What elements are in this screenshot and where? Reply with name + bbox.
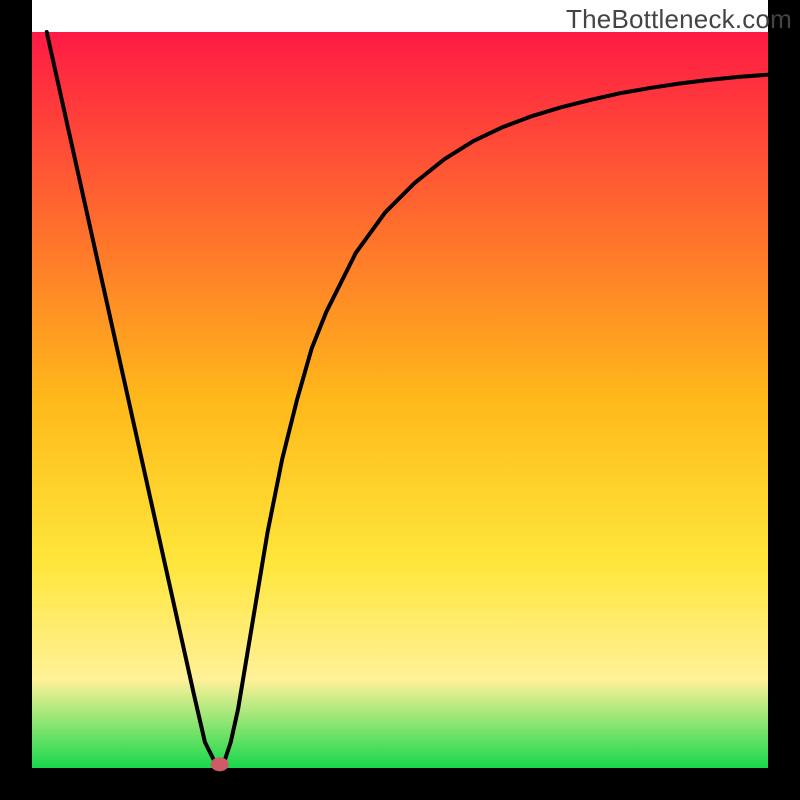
minimum-marker	[211, 757, 229, 771]
plot-border-left	[0, 0, 32, 800]
plot-background	[32, 32, 768, 768]
chart-root: TheBottleneck.com	[0, 0, 800, 800]
chart-canvas	[0, 0, 800, 800]
plot-border-bottom	[0, 768, 800, 800]
watermark-text: TheBottleneck.com	[566, 4, 792, 35]
plot-border-right	[768, 0, 800, 800]
